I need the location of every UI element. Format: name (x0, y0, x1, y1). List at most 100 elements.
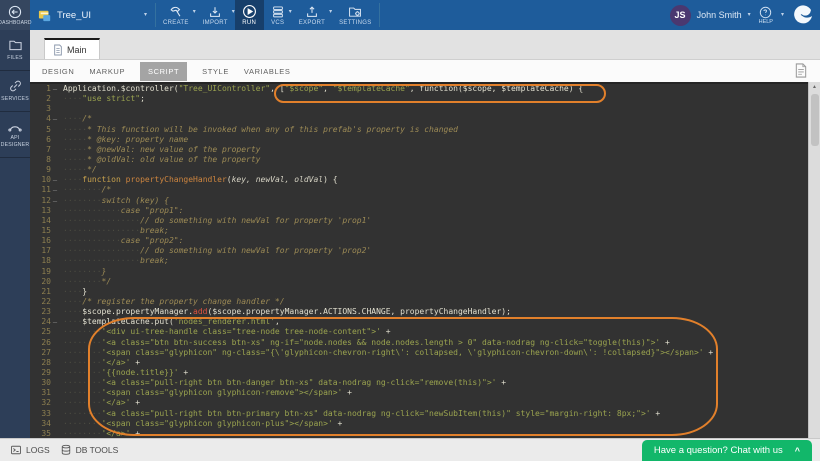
tab-main[interactable]: Main (44, 38, 100, 59)
fold-toggle-icon[interactable]: – (51, 114, 59, 124)
code-line: 17················// do something with n… (30, 246, 808, 256)
line-number: 7 (30, 145, 51, 155)
menu-label: IMPORT (203, 20, 228, 26)
line-number: 32 (30, 398, 51, 408)
whitespace-dots: ····· (63, 125, 87, 134)
dashboard-label: DASHBOARD (0, 20, 32, 26)
menu-vcs[interactable]: VCS▾ (264, 0, 292, 30)
menu-export[interactable]: EXPORT▾ (292, 0, 332, 30)
line-number: 24 (30, 317, 51, 327)
code-text: ·····* @oldVal: old value of the propert… (59, 155, 260, 165)
db-tools-button[interactable]: DB TOOLS (60, 444, 119, 456)
whitespace-dots: ········ (63, 327, 102, 336)
scrollbar-thumb[interactable] (811, 94, 819, 146)
fold-toggle-icon[interactable]: – (51, 196, 59, 206)
whitespace-dots: ····· (63, 135, 87, 144)
tab-design[interactable]: DESIGN (42, 67, 74, 76)
bottom-bar: LOGS DB TOOLS Have a question? Chat with… (0, 438, 820, 461)
chat-widget-button[interactable]: Have a question? Chat with us ^ (642, 440, 812, 461)
fold-toggle-icon[interactable]: – (51, 175, 59, 185)
fold-gutter (51, 368, 59, 378)
line-number: 30 (30, 378, 51, 388)
code-line: 22····/* register the property change ha… (30, 297, 808, 307)
sidebar-item-files[interactable]: FILES (0, 30, 30, 71)
code-editor[interactable]: 1–Application.$controller("Tree_UIContro… (30, 82, 808, 438)
line-number: 26 (30, 338, 51, 348)
line-number: 2 (30, 94, 51, 104)
chat-label: Have a question? Chat with us (654, 445, 783, 456)
whitespace-dots: ················ (63, 256, 140, 265)
menu-label: SETTINGS (339, 20, 371, 26)
logs-button[interactable]: LOGS (10, 444, 50, 456)
line-number: 14 (30, 216, 51, 226)
whitespace-dots: ···· (63, 94, 82, 103)
whitespace-dots: ············ (63, 236, 121, 245)
format-document-icon[interactable] (794, 63, 808, 78)
fold-toggle-icon[interactable]: – (51, 185, 59, 195)
code-text: ····} (59, 287, 87, 297)
line-number: 3 (30, 104, 51, 114)
line-number: 20 (30, 277, 51, 287)
tab-script[interactable]: SCRIPT (140, 62, 187, 81)
sidebar-item-api-designer[interactable]: APIDESIGNER (0, 112, 30, 159)
line-number: 10 (30, 175, 51, 185)
whitespace-dots: ················ (63, 226, 140, 235)
fold-gutter (51, 145, 59, 155)
code-text: ········'<span class="glyphicon glyphico… (59, 388, 352, 398)
menu-create[interactable]: CREATE▾ (156, 0, 196, 30)
sidebar-item-services[interactable]: SERVICES (0, 71, 30, 112)
whitespace-dots: ····· (63, 155, 87, 164)
fold-gutter (51, 287, 59, 297)
whitespace-dots: ····· (63, 145, 87, 154)
code-text: ········'<a class="btn btn-success btn-x… (59, 338, 670, 348)
scroll-up-icon[interactable]: ▲ (809, 82, 820, 92)
menu-import[interactable]: IMPORT▾ (196, 0, 235, 30)
code-line: 6·····* @key: property name (30, 135, 808, 145)
code-line: 21····} (30, 287, 808, 297)
chevron-up-icon: ^ (795, 446, 800, 456)
tab-variables[interactable]: VARIABLES (244, 67, 291, 76)
help-label: HELP (759, 19, 773, 25)
tab-markup[interactable]: MARKUP (89, 67, 125, 76)
folder-icon (8, 38, 23, 52)
code-line: 15················break; (30, 226, 808, 236)
whitespace-dots: ········ (63, 185, 102, 194)
menu-settings[interactable]: SETTINGS (332, 0, 378, 30)
mode-tabs: DESIGN MARKUP SCRIPT STYLE VARIABLES (42, 62, 290, 81)
line-number: 15 (30, 226, 51, 236)
code-text: Application.$controller("Tree_UIControll… (59, 84, 583, 94)
whitespace-dots: ···· (63, 114, 82, 123)
whitespace-dots: ········ (63, 277, 102, 286)
whitespace-dots: ················ (63, 216, 140, 225)
dashboard-button[interactable]: DASHBOARD (0, 0, 30, 30)
line-number: 1 (30, 84, 51, 94)
project-icon (38, 9, 52, 22)
help-menu[interactable]: HELP (759, 6, 773, 25)
tab-style[interactable]: STYLE (202, 67, 229, 76)
fold-gutter (51, 236, 59, 246)
code-text: ················// do something with new… (59, 216, 371, 226)
whitespace-dots: ········ (63, 267, 102, 276)
code-line: 1–Application.$controller("Tree_UIContro… (30, 84, 808, 94)
whitespace-dots: ········ (63, 419, 102, 428)
user-menu[interactable]: JS John Smith ▾ (670, 5, 751, 26)
user-name: John Smith (697, 10, 742, 20)
whitespace-dots: ········ (63, 429, 102, 438)
editor-scrollbar[interactable]: ▲ (808, 82, 820, 438)
menu-run[interactable]: RUN (235, 0, 264, 30)
code-text (59, 104, 63, 114)
fold-toggle-icon[interactable]: – (51, 84, 59, 94)
logs-icon (10, 444, 22, 456)
sidebar-item-label: SERVICES (1, 96, 29, 104)
code-line: 4–····/* (30, 114, 808, 124)
fold-gutter (51, 125, 59, 135)
project-selector[interactable]: Tree_UI ▾ (30, 0, 155, 30)
fold-gutter (51, 206, 59, 216)
fold-toggle-icon[interactable]: – (51, 317, 59, 327)
menu-label: VCS (271, 20, 284, 26)
code-line: 9·····*/ (30, 165, 808, 175)
fold-gutter (51, 155, 59, 165)
code-text: ········'{{node.title}}' + (59, 368, 188, 378)
editor-mode-toolbar: DESIGN MARKUP SCRIPT STYLE VARIABLES (30, 60, 820, 82)
whitespace-dots: ···· (63, 317, 82, 326)
